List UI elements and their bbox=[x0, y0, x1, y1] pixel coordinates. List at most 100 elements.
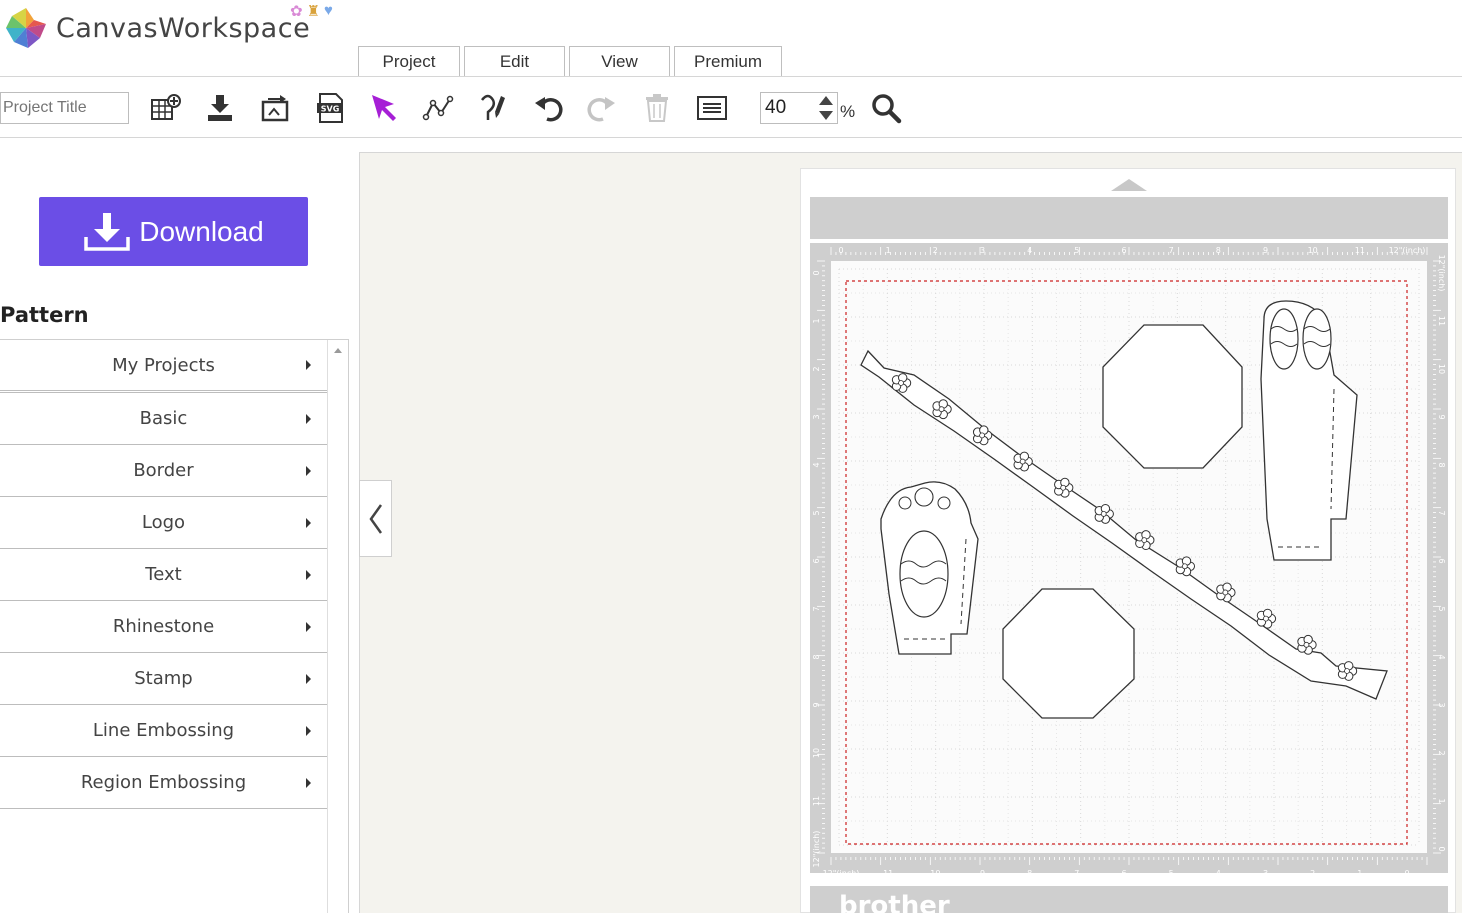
ruler-label-top: 0 bbox=[838, 246, 843, 255]
download-label: Download bbox=[139, 215, 264, 247]
ruler-label-right: 2 bbox=[1437, 750, 1446, 755]
crown-badge-icon: ♜ bbox=[306, 3, 321, 20]
redo-button[interactable] bbox=[582, 88, 622, 128]
ruler-label-bottom: 1 bbox=[1357, 869, 1362, 878]
scroll-up-arrow-icon[interactable] bbox=[334, 348, 342, 353]
pattern-item-text[interactable]: Text bbox=[0, 549, 327, 601]
tab-premium[interactable]: Premium bbox=[674, 46, 782, 76]
draw-tool-button[interactable] bbox=[473, 88, 513, 128]
zoom-button[interactable] bbox=[866, 88, 906, 128]
undo-icon bbox=[535, 97, 563, 122]
select-arrow-icon bbox=[372, 95, 396, 121]
svg-import-icon: SVG bbox=[317, 93, 343, 123]
flower-center bbox=[938, 406, 945, 413]
ruler-label-bottom: 10 bbox=[930, 869, 940, 878]
ruler-label-top: 4 bbox=[1027, 246, 1032, 255]
membership-badges: ✿ ♜ ♥ bbox=[290, 2, 333, 20]
ruler-label-top: 2 bbox=[933, 246, 938, 255]
ruler-label-top: 11 bbox=[1355, 246, 1365, 255]
ruler-label-left: 10 bbox=[812, 748, 821, 758]
object-list-button[interactable] bbox=[692, 88, 732, 128]
ruler-label-top: 7 bbox=[1169, 246, 1174, 255]
ruler-label-left: 4 bbox=[812, 462, 821, 467]
zoom-icon bbox=[872, 94, 902, 124]
ruler-label-left: 1 bbox=[812, 318, 821, 323]
ruler-label-right: 3 bbox=[1437, 702, 1446, 707]
caret-right-icon bbox=[306, 569, 311, 580]
ruler-label-top: 5 bbox=[1074, 246, 1079, 255]
tab-edit[interactable]: Edit bbox=[464, 46, 565, 76]
ruler-label-left: 9 bbox=[812, 702, 821, 707]
pattern-item-basic[interactable]: Basic bbox=[0, 393, 327, 445]
delete-button[interactable] bbox=[637, 88, 677, 128]
flower-badge-icon: ✿ bbox=[290, 3, 303, 20]
flower-center bbox=[1100, 511, 1107, 517]
new-pattern-button[interactable] bbox=[145, 88, 185, 128]
import-button[interactable] bbox=[255, 88, 295, 128]
ruler-label-right: 4 bbox=[1437, 654, 1446, 659]
app-name: CanvasWorkspace bbox=[56, 12, 311, 44]
chevron-left-icon bbox=[368, 503, 382, 534]
pattern-item-rhinestone[interactable]: Rhinestone bbox=[0, 601, 327, 653]
ruler-label-bottom: 12"(inch) bbox=[823, 869, 860, 878]
pattern-item-stamp[interactable]: Stamp bbox=[0, 653, 327, 705]
flower-center bbox=[898, 380, 904, 386]
redo-icon bbox=[587, 97, 615, 122]
pattern-heading: Pattern bbox=[0, 303, 89, 327]
tab-view[interactable]: View bbox=[569, 46, 670, 76]
download-button[interactable]: Download bbox=[39, 197, 308, 266]
pattern-item-region-embossing[interactable]: Region Embossing bbox=[0, 757, 327, 809]
zoom-unit-label: % bbox=[840, 102, 856, 121]
collapse-panel-button[interactable] bbox=[359, 480, 392, 557]
pattern-item-my-projects[interactable]: My Projects bbox=[0, 340, 327, 393]
ruler-label-right: 5 bbox=[1437, 606, 1446, 611]
download-project-icon bbox=[208, 95, 232, 121]
heart-badge-icon: ♥ bbox=[324, 2, 333, 19]
ruler-label-left: 5 bbox=[812, 510, 821, 515]
pattern-scrollbar[interactable] bbox=[327, 340, 348, 913]
flower-center bbox=[1263, 615, 1269, 622]
select-tool-button[interactable] bbox=[364, 88, 404, 128]
ruler-label-left: 8 bbox=[812, 654, 821, 659]
ruler-label-top: 8 bbox=[1216, 246, 1221, 255]
pattern-item-label: Basic bbox=[139, 408, 188, 429]
ruler-label-bottom: 8 bbox=[1027, 869, 1032, 878]
caret-right-icon bbox=[306, 777, 311, 788]
svg-text:SVG: SVG bbox=[321, 105, 340, 114]
point-edit-button[interactable] bbox=[418, 88, 458, 128]
pattern-item-line-embossing[interactable]: Line Embossing bbox=[0, 705, 327, 757]
caret-right-icon bbox=[306, 725, 311, 736]
octagon-top-shape[interactable] bbox=[1102, 324, 1243, 469]
undo-button[interactable] bbox=[528, 88, 568, 128]
flower-center bbox=[1181, 563, 1188, 570]
ruler-label-left: 2 bbox=[812, 366, 821, 371]
pattern-item-label: Stamp bbox=[134, 668, 193, 689]
pattern-item-label: Region Embossing bbox=[80, 772, 247, 793]
zoom-spin-buttons[interactable] bbox=[817, 93, 835, 123]
ruler-label-bottom: 4 bbox=[1216, 869, 1221, 878]
app-logo[interactable]: CanvasWorkspace bbox=[4, 4, 310, 52]
project-title-input[interactable] bbox=[0, 92, 129, 124]
ruler-label-right: 6 bbox=[1437, 558, 1446, 563]
ruler-label-right: 7 bbox=[1437, 510, 1446, 515]
ruler-label-left: 0 bbox=[812, 270, 821, 275]
zoom-input[interactable] bbox=[761, 93, 817, 123]
ruler-label-top: 9 bbox=[1263, 246, 1268, 255]
download-project-button[interactable] bbox=[200, 88, 240, 128]
caret-right-icon bbox=[306, 413, 311, 424]
pattern-item-logo[interactable]: Logo bbox=[0, 497, 327, 549]
caret-right-icon bbox=[306, 465, 311, 476]
pattern-item-border[interactable]: Border bbox=[0, 445, 327, 497]
egg-card-left-shape[interactable] bbox=[880, 481, 979, 655]
ruler-label-bottom: 9 bbox=[980, 869, 985, 878]
pattern-category-list: My Projects Basic Border Logo Text Rhine… bbox=[0, 340, 327, 809]
zoom-stepper[interactable] bbox=[760, 92, 838, 124]
tab-project[interactable]: Project bbox=[358, 46, 460, 76]
cutting-mat[interactable]: 0 1 2 3 4 5 6 7 8 9 10 11 12"(inch)12"(inch) 11 10 9 8 7 6… bbox=[801, 169, 1457, 913]
pattern-item-label: Line Embossing bbox=[92, 720, 235, 741]
toolbar: SVG bbox=[0, 84, 1462, 132]
menu-tabs: Project Edit View Premium bbox=[358, 46, 782, 76]
pattern-item-label: Logo bbox=[141, 512, 186, 533]
svg-import-button[interactable]: SVG bbox=[310, 88, 350, 128]
ruler-label-bottom: 0 bbox=[1404, 869, 1409, 878]
